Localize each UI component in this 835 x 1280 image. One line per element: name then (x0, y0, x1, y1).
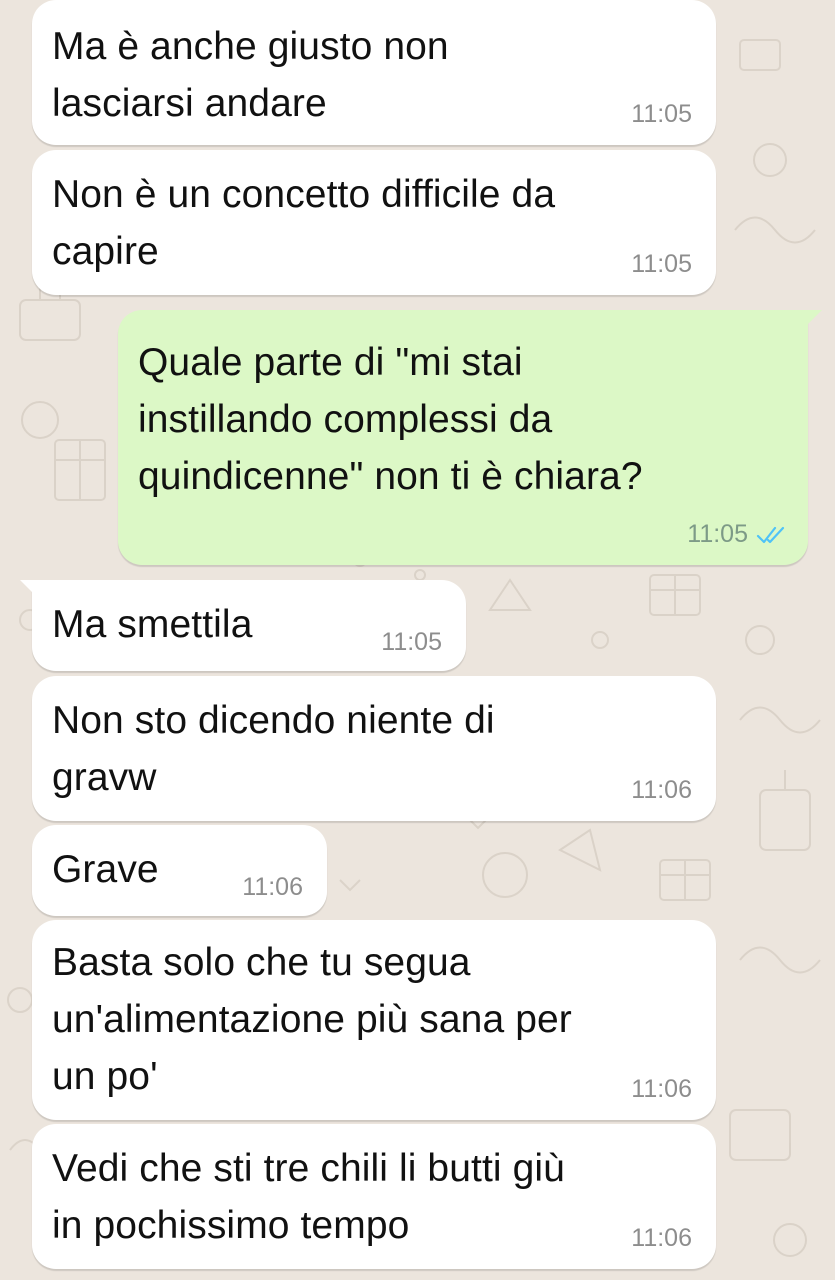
message-time: 11:05 (687, 520, 748, 548)
outgoing-message[interactable]: Quale parte di "mi stai instillando comp… (118, 310, 822, 565)
message-text: Ma smettila (52, 603, 253, 646)
message-time: 11:05 (631, 100, 692, 128)
incoming-message[interactable]: Ma è anche giusto non lasciarsi andare 1… (32, 0, 716, 145)
message-time: 11:06 (631, 1224, 692, 1252)
message-text: Non sto dicendo niente di gravw (52, 699, 495, 799)
message-time: 11:05 (631, 250, 692, 278)
incoming-message[interactable]: Vedi che sti tre chili li butti giù in p… (32, 1124, 716, 1269)
message-time: 11:06 (242, 873, 303, 901)
double-check-icon (756, 526, 785, 543)
incoming-message[interactable]: Ma smettila 11:05 (20, 580, 466, 671)
message-text: Ma è anche giusto non lasciarsi andare (52, 25, 449, 125)
message-time: 11:06 (631, 1075, 692, 1103)
message-text: Vedi che sti tre chili li butti giù in p… (52, 1147, 565, 1247)
message-text: Non è un concetto difficile da capire (52, 173, 556, 273)
message-text: Grave (52, 848, 159, 891)
incoming-message[interactable]: Non è un concetto difficile da capire 11… (32, 150, 716, 295)
incoming-message[interactable]: Basta solo che tu segua un'alimentazione… (32, 920, 716, 1120)
incoming-message[interactable]: Non sto dicendo niente di gravw 11:06 (32, 676, 716, 821)
message-meta: 11:05 (687, 520, 786, 549)
bubble-tail (800, 310, 822, 332)
incoming-message[interactable]: Grave 11:06 (32, 825, 327, 916)
message-text: Quale parte di "mi stai instillando comp… (138, 341, 643, 498)
bubble-tail (20, 580, 42, 602)
message-text: Basta solo che tu segua un'alimentazione… (52, 941, 572, 1098)
message-time: 11:05 (381, 628, 442, 656)
message-time: 11:06 (631, 776, 692, 804)
